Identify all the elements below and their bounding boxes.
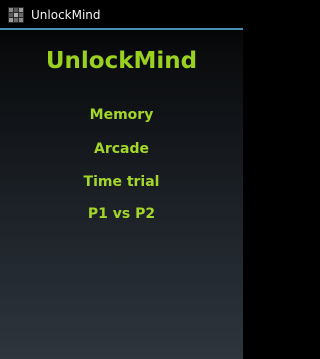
title-bar: UnlockMind: [0, 0, 243, 30]
memory-button[interactable]: Memory: [40, 102, 203, 128]
app-title: UnlockMind: [31, 8, 101, 22]
page-title: UnlockMind: [45, 48, 198, 74]
time-trial-button[interactable]: Time trial: [40, 169, 203, 195]
app-screen: UnlockMind UnlockMind Memory Arcade Time…: [0, 0, 243, 359]
arcade-button[interactable]: Arcade: [40, 136, 203, 162]
checker-grid-icon: [8, 7, 24, 23]
p1-vs-p2-button[interactable]: P1 vs P2: [40, 201, 203, 227]
